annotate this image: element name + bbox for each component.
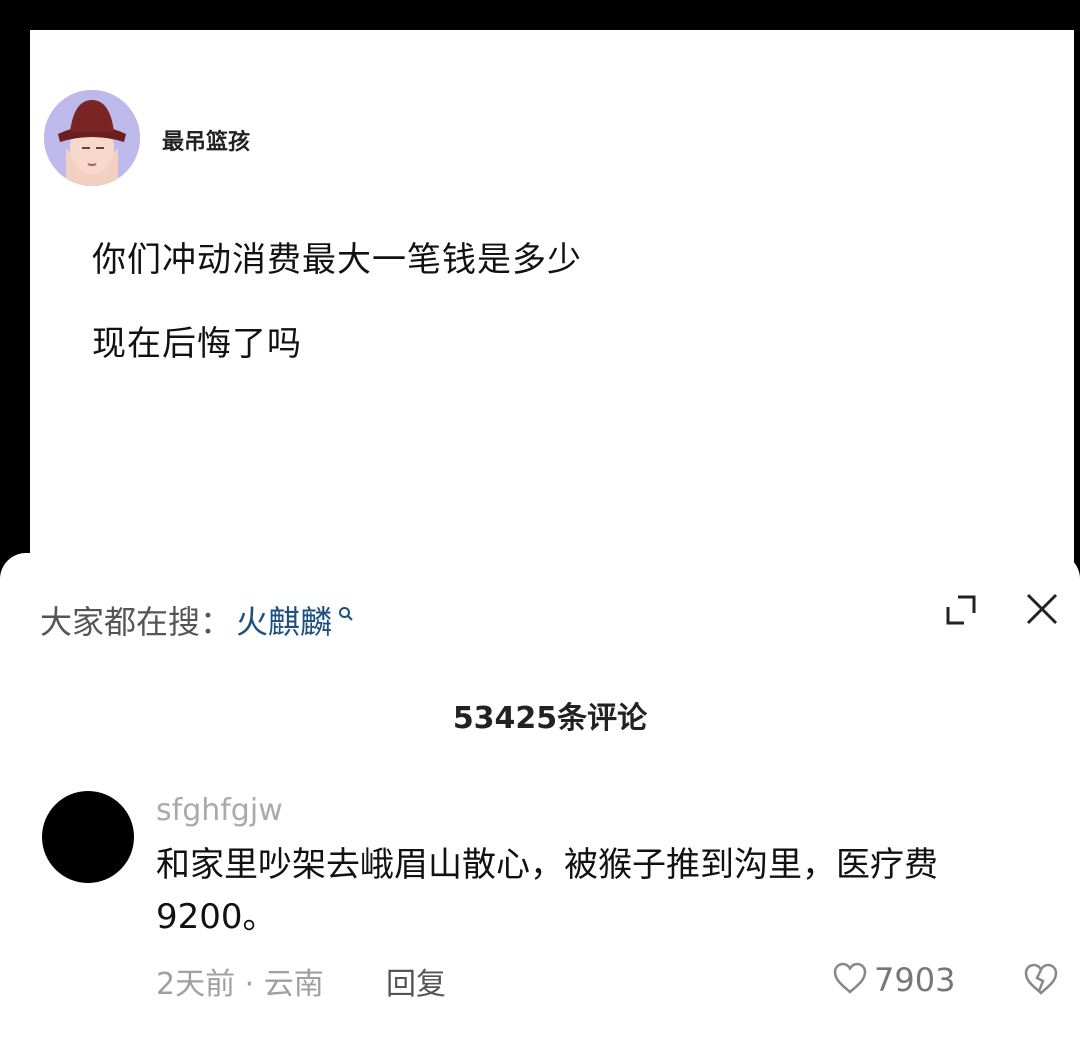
hot-search-bar[interactable]: 大家都在搜： 火麒麟 xyxy=(40,597,354,643)
heart-icon[interactable] xyxy=(832,961,868,999)
comment-meta: 2天前 · 云南 xyxy=(156,967,324,1002)
comments-sheet: 大家都在搜： 火麒麟 53425条评论 sfghfgjw 和家里吵架去峨眉山散心… xyxy=(0,553,1080,1043)
expand-icon[interactable] xyxy=(944,593,978,627)
like-count: 7903 xyxy=(874,961,956,999)
commenter-avatar[interactable] xyxy=(42,791,134,883)
like-button[interactable]: 7903 xyxy=(832,961,955,999)
post-text-line: 现在后悔了吗 xyxy=(92,324,302,364)
hot-search-label: 大家都在搜： xyxy=(40,603,233,641)
avatar-illustration xyxy=(44,90,140,186)
post-text-line: 你们冲动消费最大一笔钱是多少 xyxy=(92,240,582,280)
author-avatar[interactable] xyxy=(44,90,140,186)
broken-heart-icon[interactable] xyxy=(1024,963,1058,997)
comment-count: 53425条评论 xyxy=(452,701,648,736)
hot-search-keyword[interactable]: 火麒麟 xyxy=(236,597,332,643)
post-card: 最吊篮孩 你们冲动消费最大一笔钱是多少 现在后悔了吗 xyxy=(30,30,1074,590)
search-icon[interactable] xyxy=(338,592,354,630)
reply-button[interactable]: 回复 xyxy=(386,959,446,1003)
author-name[interactable]: 最吊篮孩 xyxy=(162,124,250,156)
comment-text: 和家里吵架去峨眉山散心，被猴子推到沟里，医疗费9200。 xyxy=(156,845,938,937)
commenter-username[interactable]: sfghfgjw xyxy=(156,793,283,828)
close-icon[interactable] xyxy=(1024,591,1060,627)
